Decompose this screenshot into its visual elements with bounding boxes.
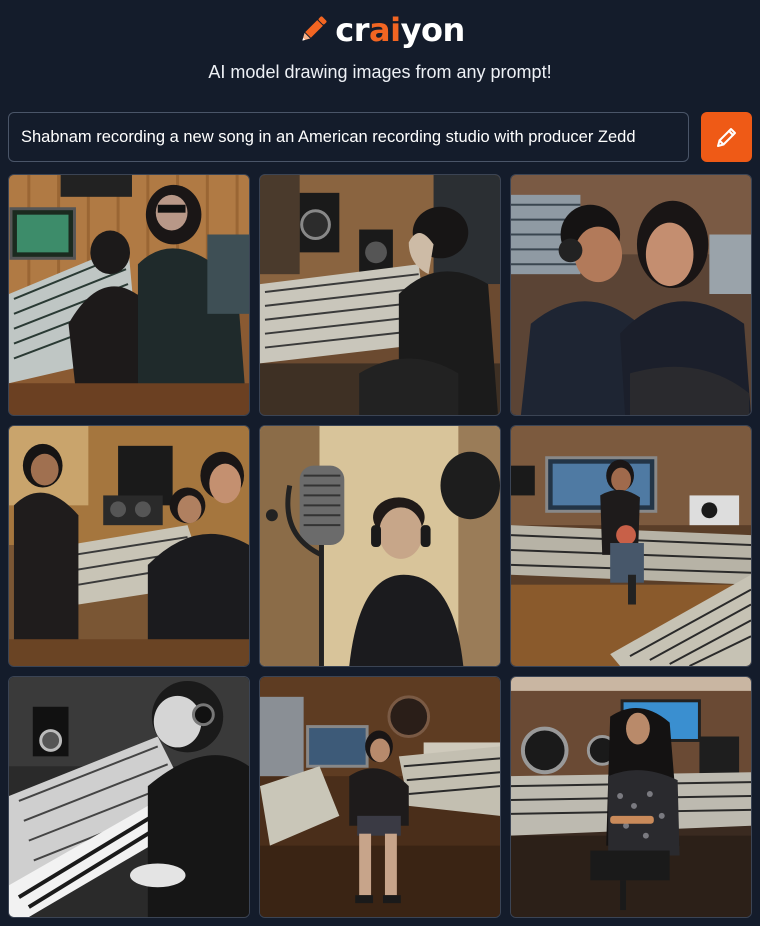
brand-suffix: yon <box>400 11 466 49</box>
brand-prefix: cr <box>335 11 370 49</box>
craiyon-page: cr ai yon AI model drawing images from any… <box>0 0 760 926</box>
draw-button[interactable] <box>701 112 752 162</box>
tagline: AI model drawing images from any prompt! <box>208 62 552 82</box>
generated-image-2[interactable] <box>259 174 501 416</box>
pencil-icon <box>716 128 736 147</box>
generated-image-4[interactable] <box>8 425 250 667</box>
brand-wordmark: cr ai yon <box>335 11 466 49</box>
generated-image-1[interactable] <box>8 174 250 416</box>
generated-image-9[interactable] <box>510 676 752 918</box>
generated-image-5[interactable] <box>259 425 501 667</box>
prompt-input[interactable] <box>8 112 689 162</box>
pencil-logo-icon <box>302 16 327 41</box>
generated-image-7[interactable] <box>8 676 250 918</box>
prompt-bar <box>8 112 752 162</box>
brand-accent: ai <box>369 11 401 49</box>
craiyon-logo[interactable]: cr ai yon <box>0 8 760 52</box>
generated-image-8[interactable] <box>259 676 501 918</box>
generated-image-6[interactable] <box>510 425 752 667</box>
generated-image-3[interactable] <box>510 174 752 416</box>
image-grid <box>8 174 752 918</box>
